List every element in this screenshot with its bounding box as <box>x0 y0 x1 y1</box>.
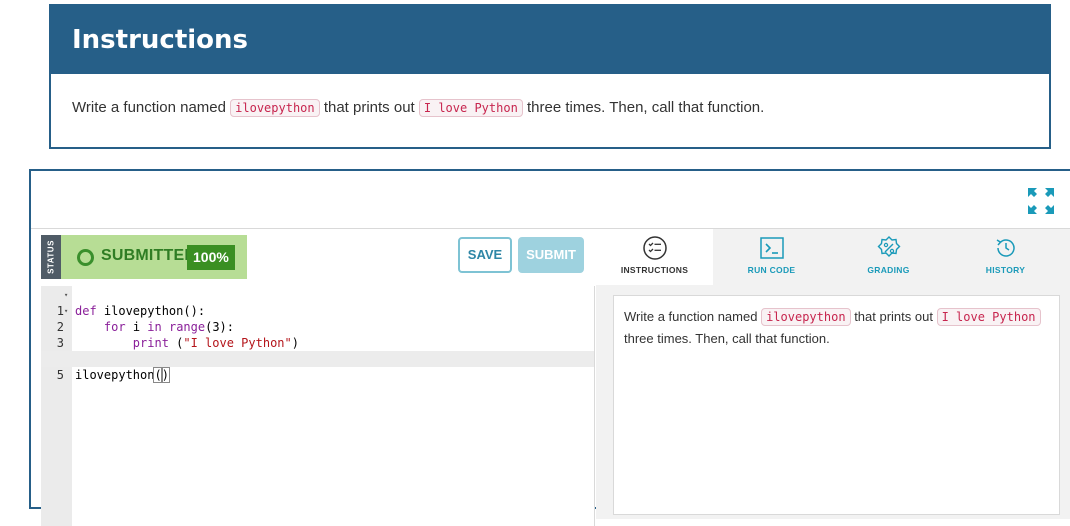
editor-pane: STATUS SUBMITTED 100% SAVE SUBMIT 1 ▾ def … <box>41 229 595 526</box>
tab-label: GRADING <box>867 265 910 275</box>
percent-badge-icon <box>877 236 900 257</box>
tab-run-code[interactable]: RUN CODE <box>713 229 830 285</box>
code-line[interactable]: 4 <box>41 335 594 366</box>
instructions-title: Instructions <box>51 6 1049 74</box>
code-editor[interactable]: 1 ▾ def ilovepython(): 2 ▾ for i in range(3… <box>41 286 595 526</box>
workspace-topbar <box>31 171 1070 229</box>
code-token-function-name: ilovepython <box>761 308 851 326</box>
tab-instructions[interactable]: INSTRUCTIONS <box>596 229 713 285</box>
status-ring-icon <box>77 249 94 266</box>
tab-label: INSTRUCTIONS <box>620 265 689 275</box>
checklist-icon <box>642 236 667 260</box>
line-number: 5 <box>56 368 64 382</box>
code-token-function-name: ilovepython <box>230 99 320 117</box>
code-line-active[interactable]: 5 ilovepython() <box>41 351 594 383</box>
status-state: SUBMITTED <box>101 247 197 264</box>
tab-grading[interactable]: GRADING <box>830 229 947 285</box>
code-line[interactable]: 2 ▾ for i in range(3): <box>41 303 594 334</box>
terminal-icon <box>759 237 784 259</box>
side-pane: INSTRUCTIONS RUN CODE GRADING HISTORY Wr… <box>596 229 1070 519</box>
status-badge: STATUS SUBMITTED 100% <box>41 235 247 279</box>
code-token-output: I love Python <box>418 99 523 117</box>
save-button[interactable]: SAVE <box>458 237 512 273</box>
instructions-panel: Write a function named ilovepython that … <box>613 295 1060 515</box>
status-score: 100% <box>187 245 235 270</box>
status-label: STATUS <box>41 235 61 279</box>
instructions-text-part3: three times. Then, call that function. <box>526 99 765 116</box>
code-token-output: I love Python <box>936 308 1041 326</box>
side-tabs: INSTRUCTIONS RUN CODE GRADING HISTORY <box>596 229 1070 285</box>
instructions-card: Instructions Write a function named ilov… <box>49 4 1051 149</box>
tab-history[interactable]: HISTORY <box>947 229 1064 285</box>
submit-button[interactable]: SUBMIT <box>518 237 584 273</box>
workspace: STATUS SUBMITTED 100% SAVE SUBMIT 1 ▾ def … <box>29 169 1070 526</box>
panel-text-part3: three times. Then, call that function. <box>624 331 830 346</box>
expand-icon[interactable] <box>1026 186 1056 216</box>
tab-label: RUN CODE <box>747 265 796 275</box>
instructions-text: Write a function named ilovepython that … <box>51 74 1049 118</box>
fold-toggle-icon[interactable]: ▾ <box>64 303 68 319</box>
instructions-text-part1: Write a function named <box>72 99 226 116</box>
tab-label: HISTORY <box>985 265 1026 275</box>
panel-text-part2: that prints out <box>854 309 933 324</box>
code-line[interactable]: 3 print ("I love Python") <box>41 319 594 350</box>
history-icon <box>996 239 1015 257</box>
panel-text-part1: Write a function named <box>624 309 758 324</box>
fold-toggle-icon[interactable]: ▾ <box>64 287 68 303</box>
instructions-text-part2: that prints out <box>323 99 415 116</box>
code-line[interactable]: 1 ▾ def ilovepython(): <box>41 287 594 318</box>
